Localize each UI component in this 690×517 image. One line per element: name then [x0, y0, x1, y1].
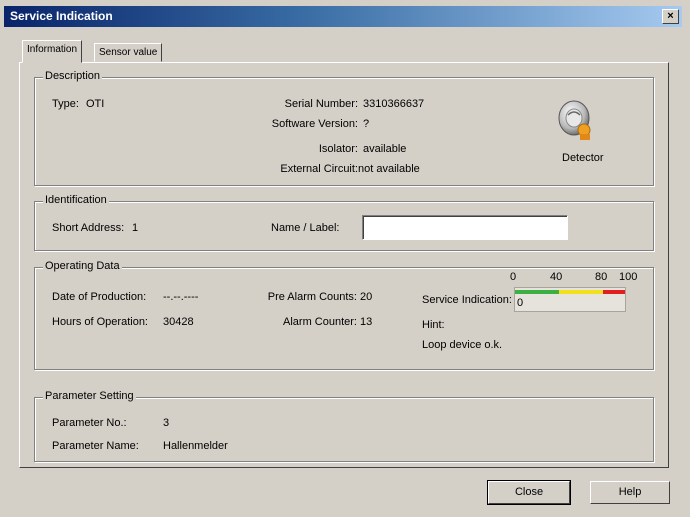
serial-number-value: 3310366637	[363, 98, 425, 110]
close-button[interactable]: Close	[487, 480, 571, 505]
date-of-production-label: Date of Production:	[52, 291, 147, 303]
gauge-scale-80: 80	[595, 271, 608, 283]
type-value: OTI	[86, 98, 105, 110]
hint-label: Hint:	[422, 319, 445, 331]
type-label: Type:	[52, 98, 79, 110]
external-circuit-label: External Circuit:	[280, 163, 358, 175]
detector-label: Detector	[562, 152, 604, 164]
isolator-value: available	[363, 143, 407, 155]
title-bar: Service Indication ×	[4, 6, 682, 27]
service-indication-label: Service Indication:	[422, 294, 512, 306]
parameter-no-value: 3	[163, 417, 170, 429]
identification-legend: Identification	[43, 194, 109, 206]
operating-data-legend: Operating Data	[43, 260, 122, 272]
window-title: Service Indication	[10, 9, 113, 23]
isolator-label: Isolator:	[318, 143, 358, 155]
service-indication-value: 0	[517, 297, 524, 309]
tab-sensor-value[interactable]: Sensor value	[94, 43, 163, 62]
gauge-red-segment	[603, 290, 625, 294]
short-address-value: 1	[132, 222, 139, 234]
pre-alarm-counts-value: 20	[360, 291, 373, 303]
serial-number-label: Serial Number:	[284, 98, 358, 110]
pre-alarm-counts-label: Pre Alarm Counts:	[267, 291, 357, 303]
description-legend: Description	[43, 70, 103, 82]
parameter-no-label: Parameter No.:	[52, 417, 127, 429]
hint-value: Loop device o.k.	[422, 339, 503, 351]
date-of-production-value: --.--.----	[163, 291, 199, 303]
gauge-green-segment	[515, 290, 559, 294]
gauge-scale-0: 0	[510, 271, 517, 283]
name-label-input[interactable]	[362, 215, 568, 240]
service-indication-gauge: 0	[514, 287, 626, 312]
parameter-setting-legend: Parameter Setting	[43, 390, 136, 402]
gauge-scale-40: 40	[550, 271, 563, 283]
name-label: Name / Label:	[271, 222, 340, 234]
external-circuit-value: not available	[358, 163, 420, 175]
short-address-label: Short Address:	[52, 222, 125, 234]
help-button[interactable]: Help	[590, 481, 670, 504]
parameter-name-value: Hallenmelder	[163, 440, 228, 452]
alarm-counter-label: Alarm Counter:	[283, 316, 357, 328]
gauge-yellow-segment	[559, 290, 603, 294]
software-version-value: ?	[363, 118, 370, 130]
window-close-button[interactable]: ×	[662, 9, 679, 24]
gauge-scale-100: 100	[619, 271, 638, 283]
alarm-counter-value: 13	[360, 316, 373, 328]
smoke-detector-icon	[556, 98, 596, 144]
hours-of-operation-value: 30428	[163, 316, 194, 328]
parameter-setting-group: Parameter Setting	[34, 390, 654, 462]
software-version-label: Software Version:	[271, 118, 358, 130]
service-indication-dialog: Service Indication × Information Sensor …	[0, 0, 690, 517]
hours-of-operation-label: Hours of Operation:	[52, 316, 148, 328]
tab-information[interactable]: Information	[22, 40, 83, 63]
parameter-name-label: Parameter Name:	[52, 440, 139, 452]
